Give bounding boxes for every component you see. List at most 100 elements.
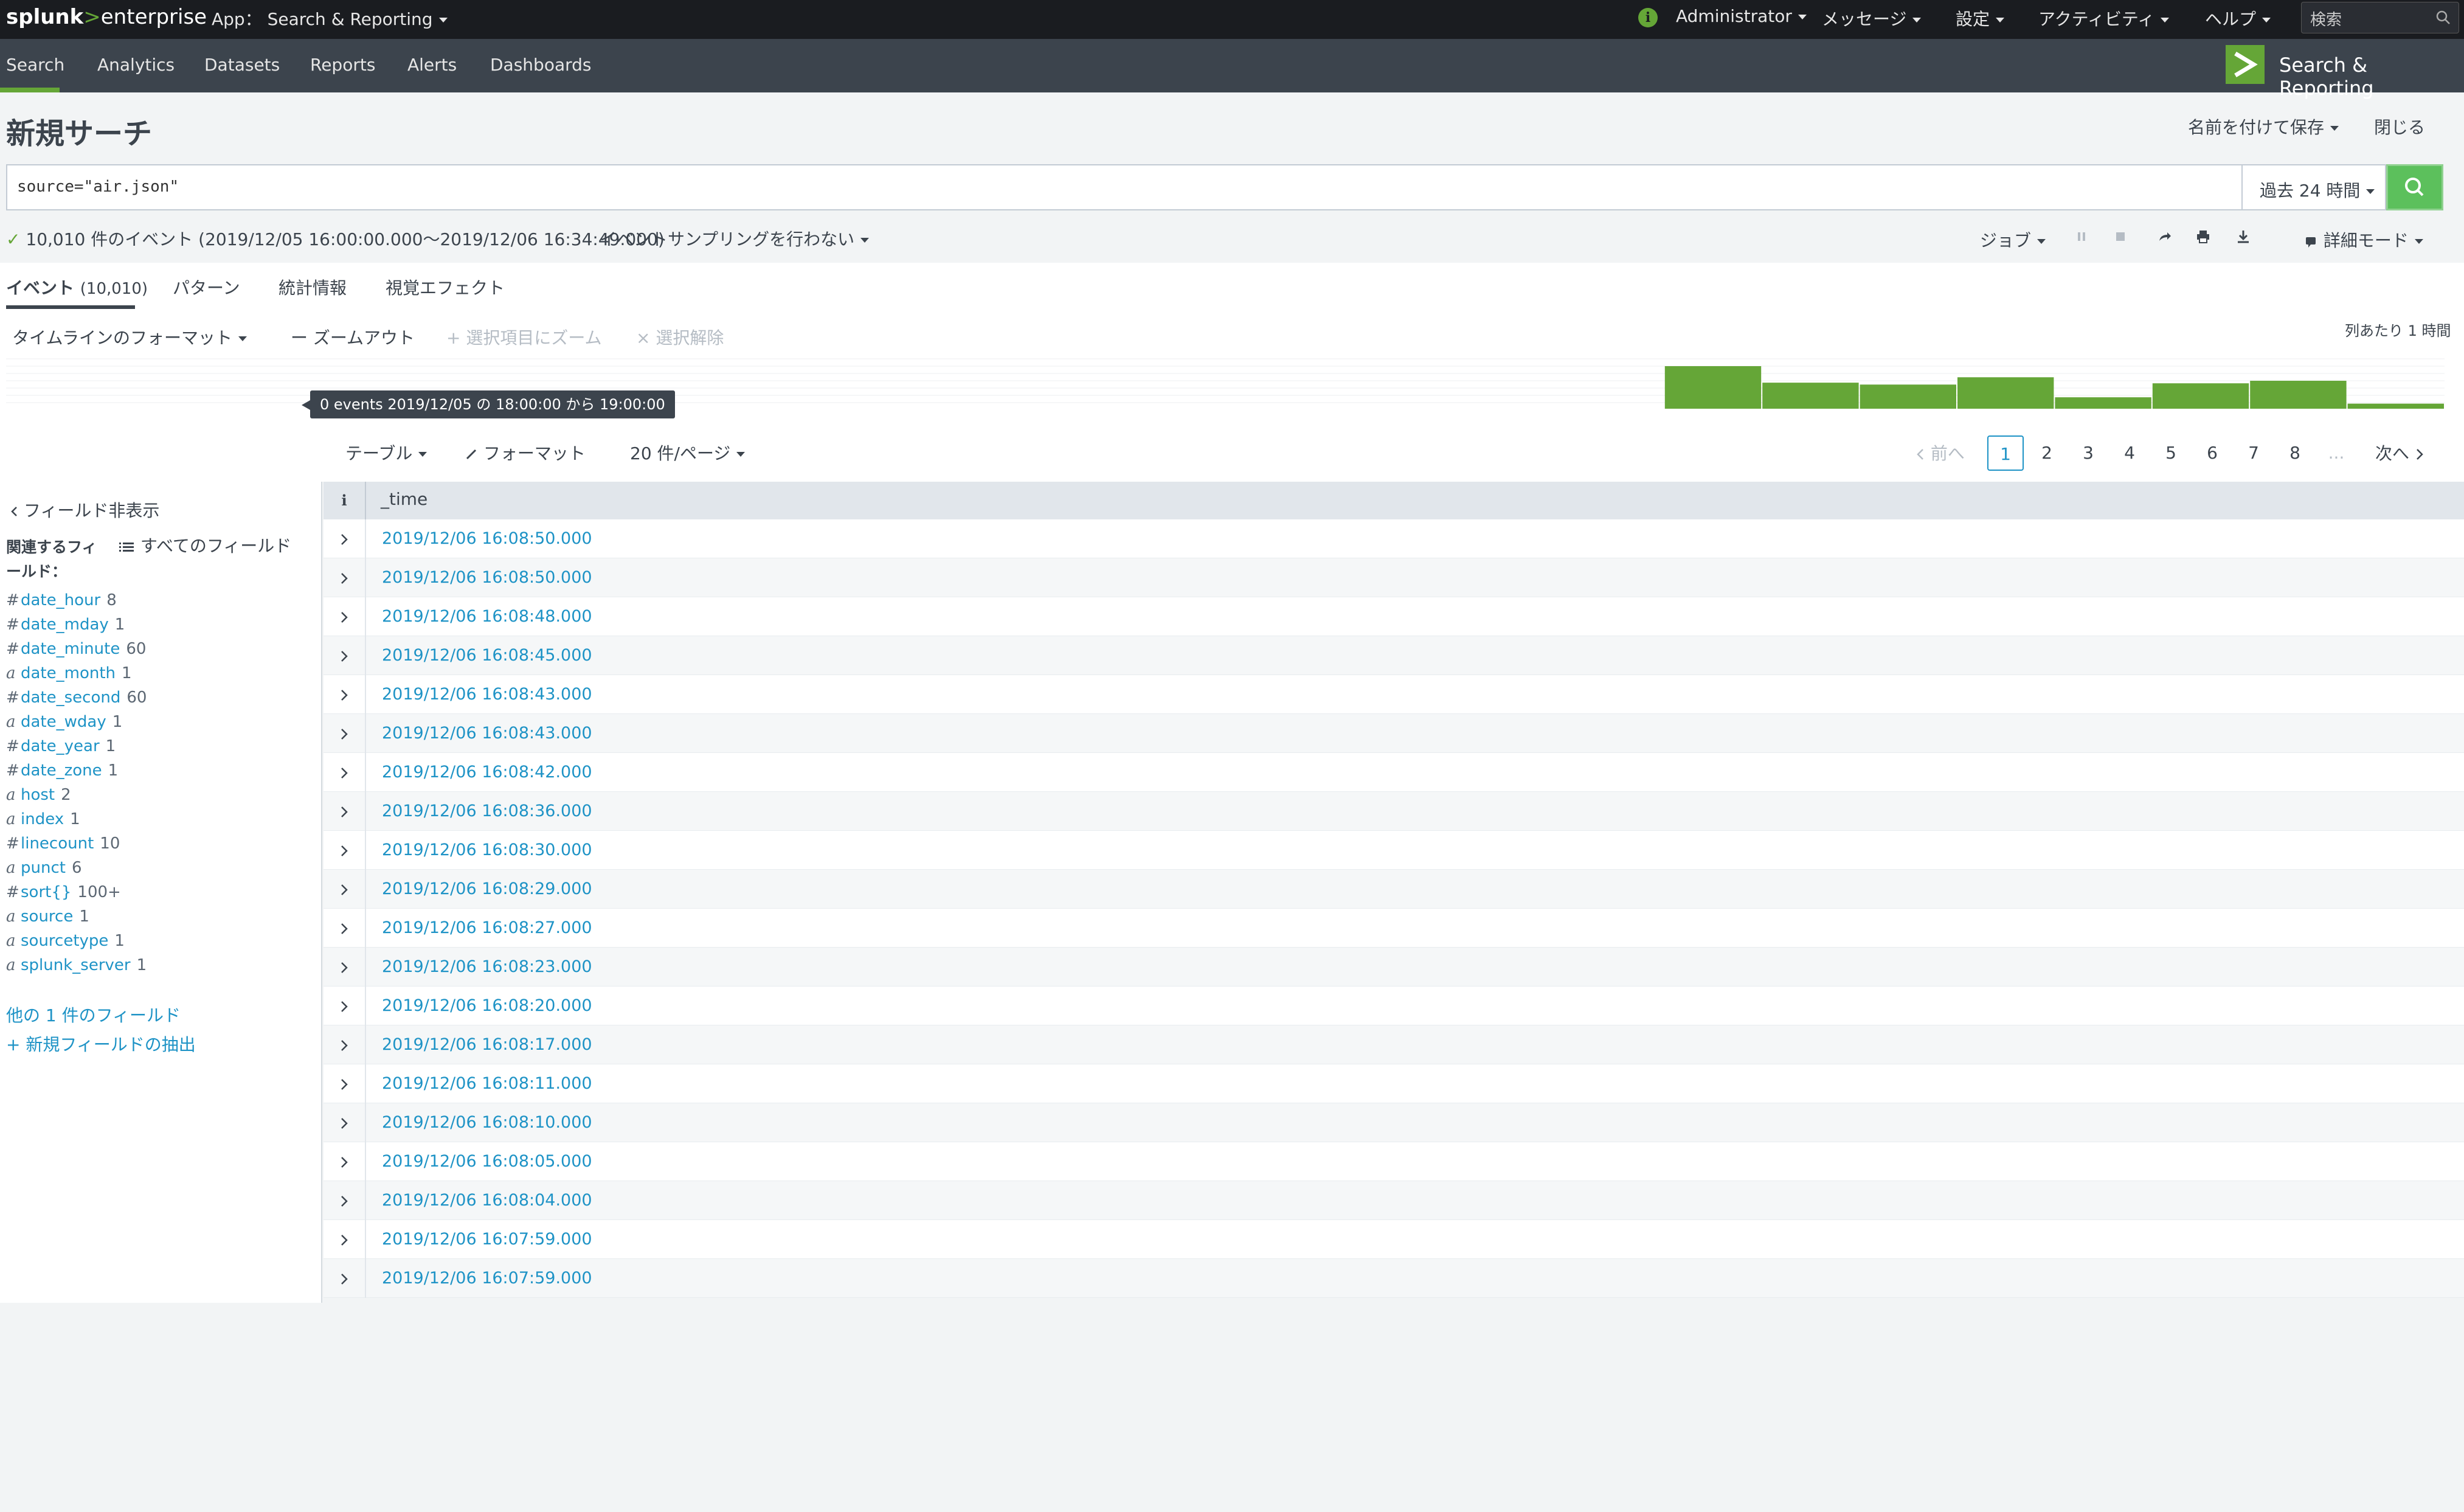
admin-menu[interactable]: Administrator (1676, 6, 1807, 26)
field-item[interactable]: a sourcetype 1 (6, 932, 125, 950)
field-item[interactable]: #linecount 10 (6, 834, 120, 853)
zoom-to-selection-button[interactable]: + 選択項目にズーム (446, 325, 602, 349)
event-time-link[interactable]: 2019/12/06 16:08:43.000 (382, 685, 592, 704)
nav-search[interactable]: Search (6, 55, 64, 75)
expand-row-button[interactable] (324, 1220, 366, 1259)
field-item[interactable]: #date_mday 1 (6, 616, 125, 634)
expand-row-button[interactable] (324, 909, 366, 948)
info-column-header[interactable]: i (324, 482, 366, 519)
expand-row-button[interactable] (324, 714, 366, 753)
page-1[interactable]: 1 (1987, 435, 2024, 471)
field-item[interactable]: #date_zone 1 (6, 761, 118, 780)
hide-fields-button[interactable]: フィールド非表示 (10, 498, 159, 522)
search-button[interactable] (2386, 164, 2443, 210)
timeline-bar[interactable] (1860, 384, 1956, 409)
field-item[interactable]: a host 2 (6, 786, 71, 804)
expand-row-button[interactable] (324, 1259, 366, 1298)
export-icon[interactable] (2235, 229, 2251, 244)
page-2[interactable]: 2 (2029, 435, 2065, 471)
event-time-link[interactable]: 2019/12/06 16:08:50.000 (382, 529, 592, 548)
expand-row-button[interactable] (324, 831, 366, 870)
event-time-link[interactable]: 2019/12/06 16:08:43.000 (382, 724, 592, 743)
page-3[interactable]: 3 (2070, 435, 2106, 471)
global-search-input[interactable]: 検索 (2301, 2, 2459, 33)
event-time-link[interactable]: 2019/12/06 16:08:27.000 (382, 918, 592, 937)
expand-row-button[interactable] (324, 1103, 366, 1142)
search-query-input[interactable]: source="air.json" (6, 164, 2241, 210)
tab-statistics[interactable]: 統計情報 (279, 275, 347, 299)
deselect-button[interactable]: × 選択解除 (636, 325, 724, 349)
nav-reports[interactable]: Reports (310, 55, 375, 75)
tab-events[interactable]: イベント (10,010) (6, 275, 148, 299)
page-4[interactable]: 4 (2111, 435, 2148, 471)
all-fields-button[interactable]: すべてのフィールド (118, 533, 291, 557)
print-icon[interactable] (2195, 229, 2211, 244)
save-as-button[interactable]: 名前を付けて保存 (2188, 114, 2339, 139)
share-icon[interactable] (2156, 229, 2172, 244)
event-time-link[interactable]: 2019/12/06 16:08:23.000 (382, 957, 592, 976)
expand-row-button[interactable] (324, 597, 366, 636)
time-column-header[interactable]: _time (381, 489, 427, 509)
event-time-link[interactable]: 2019/12/06 16:08:10.000 (382, 1113, 592, 1132)
field-item[interactable]: a source 1 (6, 907, 89, 926)
field-item[interactable]: a date_month 1 (6, 664, 132, 682)
field-item[interactable]: a index 1 (6, 810, 80, 828)
field-item[interactable]: #date_minute 60 (6, 640, 146, 658)
field-item[interactable]: #date_year 1 (6, 737, 116, 755)
extract-new-fields-link[interactable]: + 新規フィールドの抽出 (6, 1032, 196, 1056)
event-time-link[interactable]: 2019/12/06 16:08:48.000 (382, 607, 592, 626)
timeline-bar[interactable] (2347, 403, 2444, 409)
format-button[interactable]: フォーマット (465, 440, 586, 465)
page-7[interactable]: 7 (2235, 435, 2272, 471)
expand-row-button[interactable] (324, 1181, 366, 1220)
event-time-link[interactable]: 2019/12/06 16:07:59.000 (382, 1269, 592, 1288)
prev-page-button[interactable]: 前へ (1915, 440, 1965, 465)
timeline-bar[interactable] (1664, 366, 1762, 409)
nav-analytics[interactable]: Analytics (97, 55, 175, 75)
timeline-bar[interactable] (1762, 383, 1859, 409)
expand-row-button[interactable] (324, 675, 366, 714)
event-time-link[interactable]: 2019/12/06 16:08:36.000 (382, 802, 592, 820)
activity-menu[interactable]: アクティビティ (2038, 6, 2170, 30)
nav-alerts[interactable]: Alerts (407, 55, 457, 75)
stop-icon[interactable] (2113, 229, 2128, 244)
nav-dashboards[interactable]: Dashboards (490, 55, 592, 75)
event-time-link[interactable]: 2019/12/06 16:08:30.000 (382, 841, 592, 859)
expand-row-button[interactable] (324, 1142, 366, 1181)
expand-row-button[interactable] (324, 1064, 366, 1103)
expand-row-button[interactable] (324, 558, 366, 597)
time-range-picker[interactable]: 過去 24 時間 (2241, 164, 2386, 210)
page-5[interactable]: 5 (2153, 435, 2189, 471)
event-time-link[interactable]: 2019/12/06 16:08:11.000 (382, 1074, 592, 1093)
expand-row-button[interactable] (324, 948, 366, 987)
expand-row-button[interactable] (324, 753, 366, 792)
close-button[interactable]: 閉じる (2374, 114, 2425, 139)
expand-row-button[interactable] (324, 870, 366, 909)
timeline-bar[interactable] (1957, 377, 2054, 409)
timeline-bar[interactable] (2250, 381, 2347, 409)
event-time-link[interactable]: 2019/12/06 16:08:50.000 (382, 568, 592, 587)
event-sampling-dropdown[interactable]: イベントサンプリングを行わない (600, 226, 870, 251)
nav-datasets[interactable]: Datasets (204, 55, 280, 75)
other-fields-link[interactable]: 他の 1 件のフィールド (6, 1002, 181, 1027)
event-time-link[interactable]: 2019/12/06 16:08:17.000 (382, 1035, 592, 1054)
event-time-link[interactable]: 2019/12/06 16:08:45.000 (382, 646, 592, 665)
search-mode-dropdown[interactable]: 詳細モード (2305, 227, 2423, 252)
event-time-link[interactable]: 2019/12/06 16:08:29.000 (382, 879, 592, 898)
event-time-link[interactable]: 2019/12/06 16:08:04.000 (382, 1191, 592, 1210)
expand-row-button[interactable] (324, 636, 366, 675)
event-time-link[interactable]: 2019/12/06 16:08:05.000 (382, 1152, 592, 1171)
field-item[interactable]: a date_wday 1 (6, 713, 122, 731)
timeline-format-dropdown[interactable]: タイムラインのフォーマット (12, 325, 247, 349)
pause-icon[interactable] (2074, 229, 2089, 244)
expand-row-button[interactable] (324, 519, 366, 558)
timeline-bar[interactable] (2055, 397, 2151, 409)
event-time-link[interactable]: 2019/12/06 16:08:42.000 (382, 763, 592, 782)
help-menu[interactable]: ヘルプ (2205, 6, 2271, 30)
info-icon[interactable]: i (1638, 8, 1658, 27)
splunk-logo[interactable]: splunk>enterprise (6, 5, 207, 29)
app-menu[interactable]: App： Search & Reporting (212, 6, 448, 30)
tab-patterns[interactable]: パターン (173, 275, 240, 299)
page-8[interactable]: 8 (2277, 435, 2313, 471)
job-menu[interactable]: ジョブ (1980, 227, 2046, 252)
